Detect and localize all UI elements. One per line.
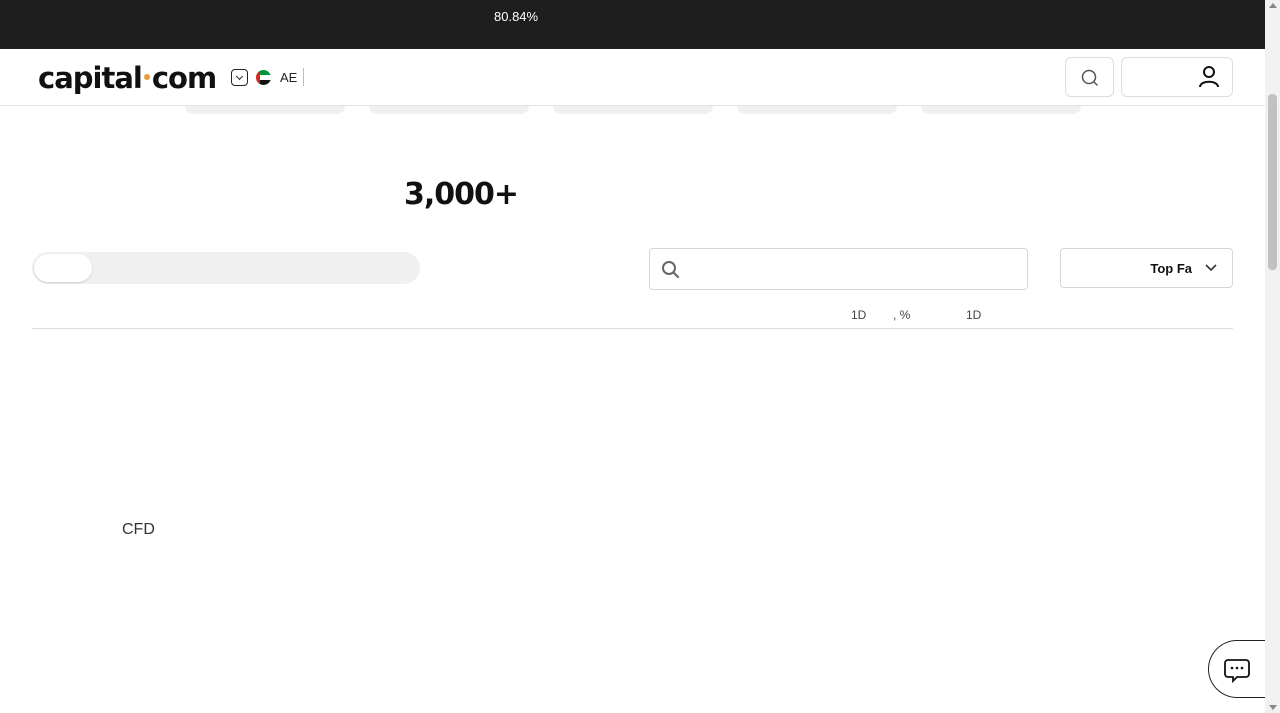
chat-button[interactable] <box>1208 640 1268 698</box>
header-divider <box>303 68 304 86</box>
category-tab[interactable] <box>553 106 713 114</box>
category-tab[interactable] <box>737 106 897 114</box>
toggle-knob[interactable] <box>34 254 92 282</box>
market-search-input[interactable] <box>694 257 1014 281</box>
column-header-percent[interactable]: , % <box>893 308 910 322</box>
search-icon <box>1081 69 1098 86</box>
category-tab[interactable] <box>369 106 529 114</box>
search-icon <box>662 261 680 279</box>
column-header-1d-range[interactable]: 1D <box>966 308 981 322</box>
sort-dropdown[interactable]: Top Fa <box>1060 248 1233 288</box>
table-header-divider <box>32 328 1233 329</box>
chevron-down-icon <box>1205 264 1217 272</box>
logo-dot <box>143 74 150 80</box>
column-header-1d-change[interactable]: 1D <box>851 308 866 322</box>
risk-warning-banner: 80.84% <box>0 0 1265 49</box>
site-header: capital com AE <box>0 49 1265 106</box>
capital-com-logo[interactable]: capital com <box>38 61 217 95</box>
logo-text-left: capital <box>38 61 143 95</box>
sort-selected-value: Top Fa <box>1150 261 1192 276</box>
markets-count: 3,000+ <box>404 177 519 212</box>
user-icon <box>1199 66 1219 88</box>
category-tab[interactable] <box>185 106 345 114</box>
uae-flag-icon[interactable] <box>256 70 271 85</box>
account-button[interactable] <box>1121 57 1233 97</box>
scroll-up-arrow[interactable] <box>1269 3 1277 8</box>
cfd-label: CFD <box>122 521 155 538</box>
region-code[interactable]: AE <box>280 70 297 85</box>
market-type-toggle[interactable] <box>32 252 420 284</box>
scrollbar-thumb[interactable] <box>1268 94 1277 270</box>
category-tab[interactable] <box>921 106 1081 114</box>
scroll-down-arrow[interactable] <box>1269 705 1277 710</box>
header-search-button[interactable] <box>1065 57 1114 97</box>
logo-text-right: com <box>151 61 217 95</box>
risk-percentage: 80.84% <box>494 9 539 24</box>
chat-icon <box>1224 659 1250 684</box>
chevron-down-icon[interactable] <box>231 69 248 86</box>
page-scrollbar[interactable] <box>1265 0 1280 713</box>
market-search-field[interactable] <box>649 248 1028 290</box>
